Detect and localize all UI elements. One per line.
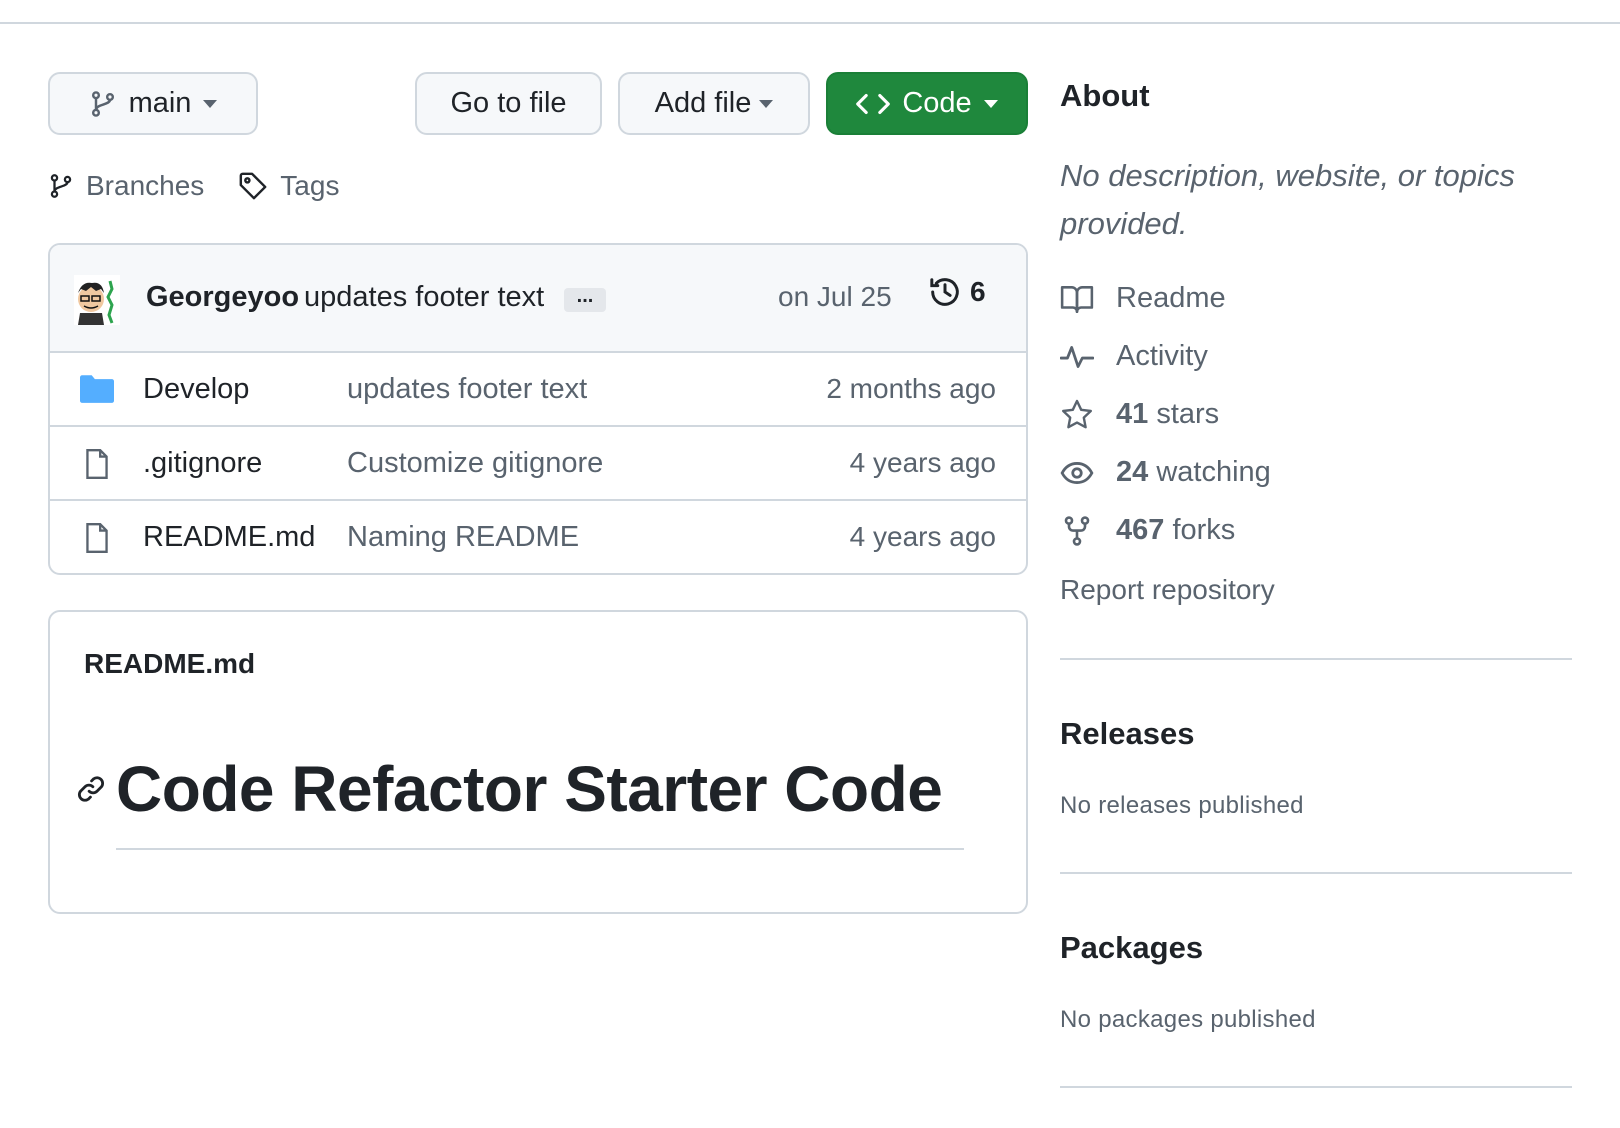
readme-label: Readme — [1116, 282, 1226, 314]
go-to-file-button[interactable]: Go to file — [415, 72, 602, 135]
sidebar-divider — [1060, 1086, 1572, 1088]
file-row-develop[interactable]: Develop updates footer text 2 months ago — [50, 353, 1026, 427]
history-icon — [928, 275, 962, 309]
branches-link[interactable]: Branches — [48, 170, 204, 202]
add-file-label: Add file — [654, 87, 752, 119]
readme-link[interactable]: Readme — [1060, 282, 1226, 315]
file-list: Georgeyoo updates footer text ... on Jul… — [48, 243, 1028, 575]
code-icon — [856, 91, 891, 117]
code-button[interactable]: Code — [826, 72, 1028, 135]
book-icon — [1060, 284, 1094, 314]
file-row-gitignore[interactable]: .gitignore Customize gitignore 4 years a… — [50, 427, 1026, 501]
star-icon — [1060, 399, 1094, 431]
forks-link[interactable]: 467 forks — [1060, 514, 1235, 547]
folder-icon — [80, 373, 114, 408]
add-file-button[interactable]: Add file — [618, 72, 810, 135]
sidebar-divider — [1060, 872, 1572, 874]
chevron-down-icon — [759, 99, 774, 108]
file-icon — [80, 447, 114, 486]
go-to-file-label: Go to file — [450, 87, 567, 119]
fork-icon — [1060, 515, 1094, 547]
commit-date: on Jul 25 — [778, 281, 892, 312]
branches-label: Branches — [86, 170, 205, 201]
code-label: Code — [902, 87, 972, 119]
tag-icon — [238, 171, 268, 201]
activity-label: Activity — [1116, 340, 1208, 372]
branch-name: main — [128, 87, 192, 119]
file-name[interactable]: .gitignore — [143, 447, 262, 480]
commit-history-link[interactable]: 6 — [928, 275, 986, 309]
file-commit-message[interactable]: updates footer text — [347, 373, 587, 406]
file-row-readme[interactable]: README.md Naming README 4 years ago — [50, 501, 1026, 573]
stars-count: 41 — [1116, 398, 1149, 430]
readme-heading: Code Refactor Starter Code — [116, 753, 943, 825]
chevron-down-icon — [983, 99, 998, 108]
file-name[interactable]: Develop — [143, 373, 249, 406]
git-branch-icon — [48, 171, 74, 201]
watching-label: watching — [1156, 456, 1271, 488]
sidebar-divider — [1060, 658, 1572, 660]
file-commit-message[interactable]: Naming README — [347, 521, 579, 554]
stars-label: stars — [1156, 398, 1220, 430]
eye-icon — [1060, 458, 1094, 488]
watching-link[interactable]: 24 watching — [1060, 456, 1271, 489]
heading-divider — [116, 848, 964, 850]
activity-link[interactable]: Activity — [1060, 340, 1208, 373]
avatar[interactable] — [74, 275, 120, 325]
file-commit-date: 2 months ago — [826, 373, 996, 404]
commit-expand-button[interactable]: ... — [564, 286, 606, 312]
readme-title: README.md — [84, 648, 256, 679]
about-description: No description, website, or topics provi… — [1060, 158, 1515, 241]
chevron-down-icon — [203, 99, 218, 108]
ref-links: Branches Tags — [48, 170, 339, 202]
commit-count: 6 — [970, 276, 986, 307]
branch-select-button[interactable]: main — [48, 72, 258, 135]
tags-link[interactable]: Tags — [238, 170, 339, 202]
commit-author[interactable]: Georgeyoo — [146, 281, 299, 314]
pulse-icon — [1060, 342, 1094, 372]
forks-label: forks — [1172, 514, 1236, 546]
packages-note: No packages published — [1060, 1006, 1316, 1033]
releases-heading[interactable]: Releases — [1060, 716, 1194, 752]
tags-label: Tags — [280, 170, 340, 201]
git-branch-icon — [89, 89, 117, 119]
file-name[interactable]: README.md — [143, 521, 315, 554]
forks-count: 467 — [1116, 514, 1165, 546]
file-commit-date: 4 years ago — [849, 521, 996, 552]
stars-link[interactable]: 41 stars — [1060, 398, 1219, 431]
latest-commit-bar: Georgeyoo updates footer text ... on Jul… — [50, 245, 1026, 353]
report-repository-link[interactable]: Report repository — [1060, 574, 1275, 606]
commit-message[interactable]: updates footer text — [304, 281, 544, 314]
readme-panel: README.md Code Refactor Starter Code — [48, 610, 1028, 914]
packages-heading[interactable]: Packages — [1060, 930, 1203, 966]
file-icon — [80, 521, 114, 560]
file-commit-date: 4 years ago — [849, 447, 996, 478]
link-icon[interactable] — [76, 774, 106, 809]
file-commit-message[interactable]: Customize gitignore — [347, 447, 603, 480]
header-divider — [0, 22, 1620, 24]
releases-note: No releases published — [1060, 792, 1304, 819]
watching-count: 24 — [1116, 456, 1149, 488]
about-heading: About — [1060, 78, 1150, 113]
